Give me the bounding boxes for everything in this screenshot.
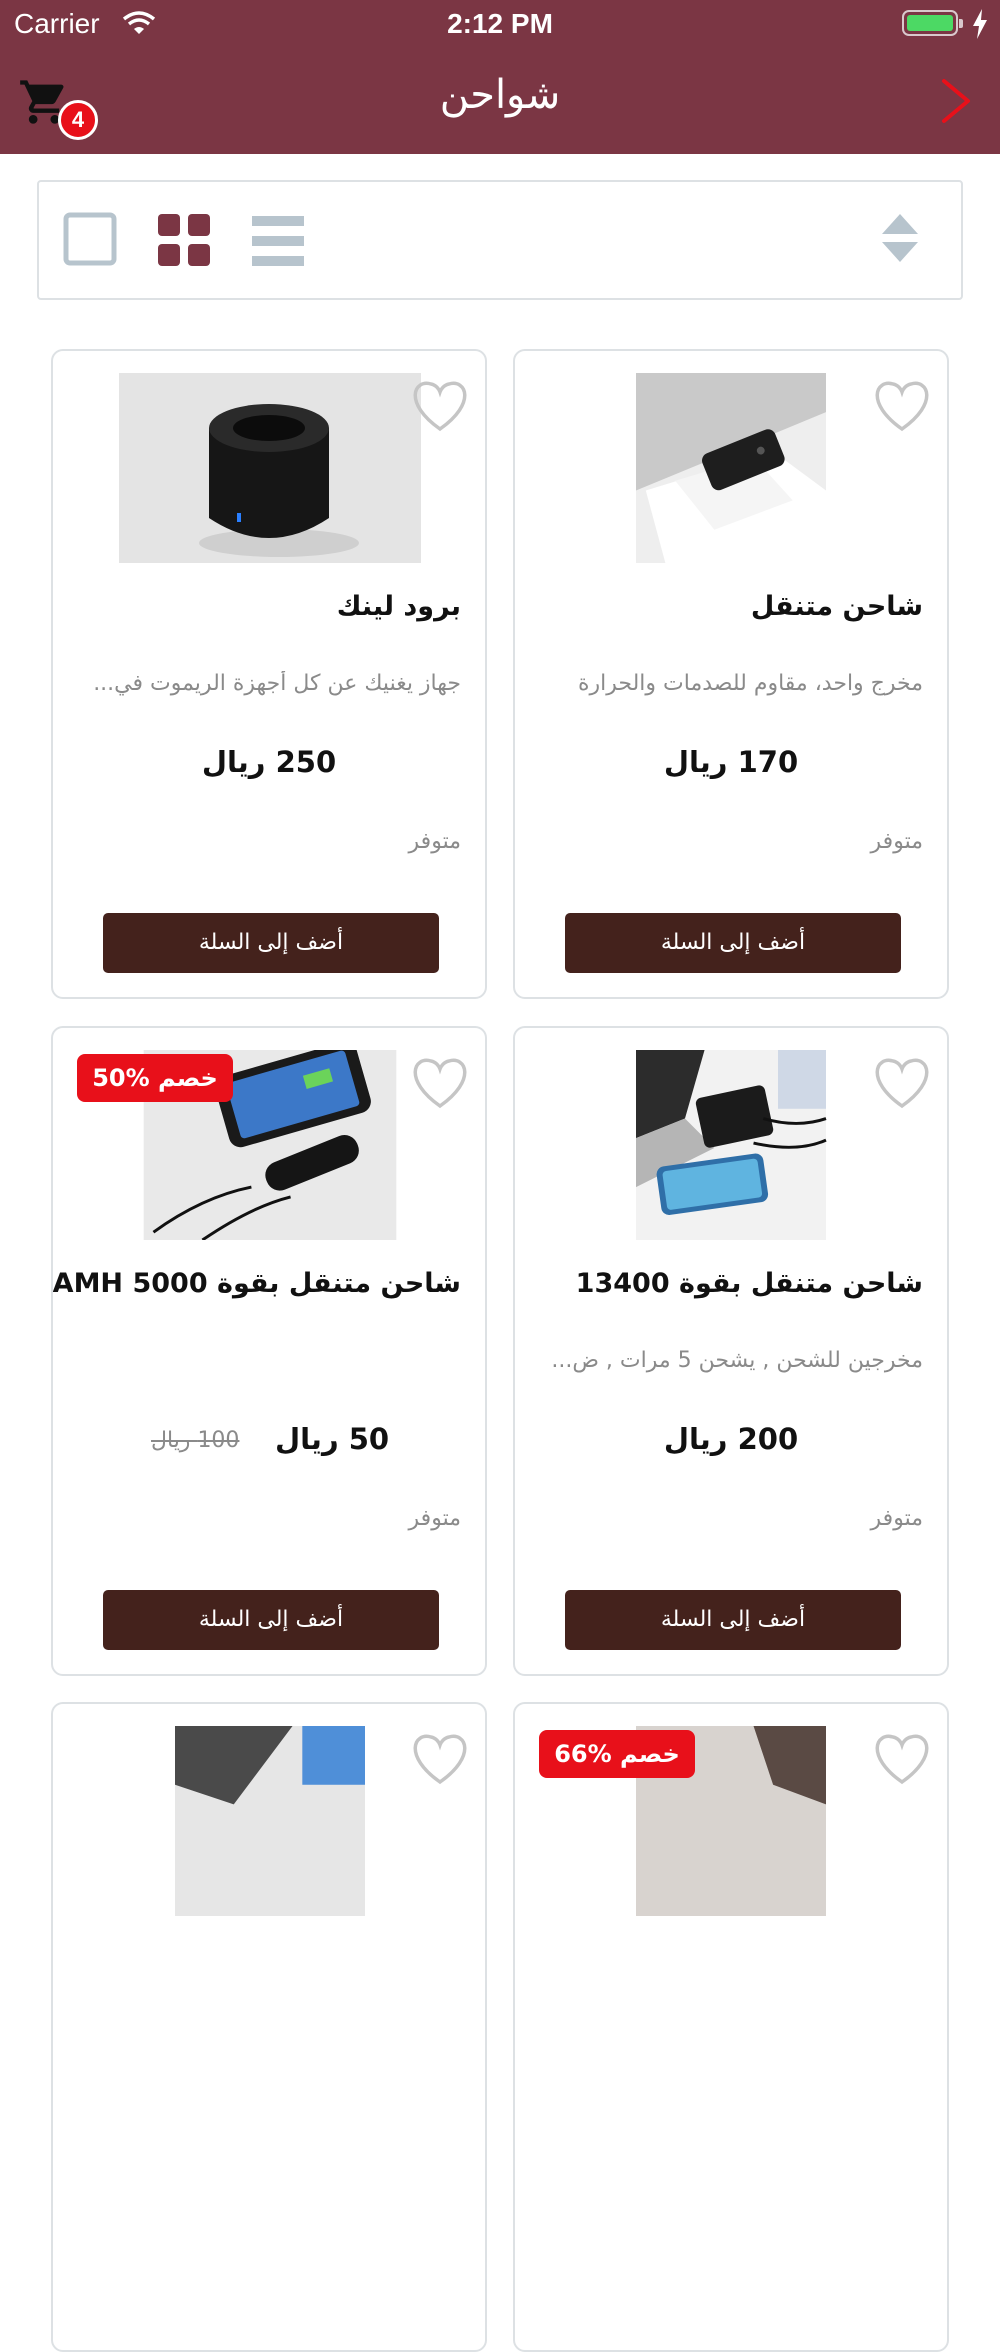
discount-badge: 50% خصم xyxy=(77,1054,233,1102)
add-to-cart-button[interactable]: أضف إلى السلة xyxy=(565,913,901,973)
product-price: 200 ريال xyxy=(663,1422,799,1456)
grid-view-icon[interactable] xyxy=(158,214,210,266)
page-title: شواحن xyxy=(439,72,561,118)
favorite-heart-icon[interactable] xyxy=(873,381,931,433)
product-description: مخرج واحد، مقاوم للصدمات والحرارة xyxy=(578,671,923,696)
clock: 2:12 PM xyxy=(447,8,553,39)
product-name: برود لينك xyxy=(336,591,461,622)
battery-icon xyxy=(902,10,963,36)
product-name: شاحن متنقل بقوة 13400 xyxy=(575,1268,923,1299)
product-card[interactable] xyxy=(51,1702,487,2352)
back-arrow-icon[interactable] xyxy=(936,78,976,124)
product-image xyxy=(636,1050,827,1240)
product-image xyxy=(175,1726,365,1916)
single-view-icon[interactable] xyxy=(63,212,117,266)
sort-icon[interactable] xyxy=(882,214,918,262)
product-card[interactable]: شاحن متنقل بقوة 13400 مخرجين للشحن , يشح… xyxy=(513,1026,949,1676)
status-bar: Carrier 2:12 PM xyxy=(0,0,1000,50)
product-card[interactable]: 50% خصم شاحن متنقل بقوة 5000 AMH 50 ريال… xyxy=(51,1026,487,1676)
add-to-cart-button[interactable]: أضف إلى السلة xyxy=(565,1590,901,1650)
product-card[interactable]: 66% خصم xyxy=(513,1702,949,2352)
add-to-cart-button[interactable]: أضف إلى السلة xyxy=(103,1590,439,1650)
product-card[interactable]: شاحن متنقل مخرج واحد، مقاوم للصدمات والح… xyxy=(513,349,949,999)
stock-status: متوفر xyxy=(870,829,923,854)
product-image xyxy=(119,373,421,563)
favorite-heart-icon[interactable] xyxy=(411,1734,469,1786)
product-price: 250 ريال xyxy=(201,745,337,779)
product-card[interactable]: برود لينك جهاز يغنيك عن كل أجهزة الريموت… xyxy=(51,349,487,999)
discount-badge: 66% خصم xyxy=(539,1730,695,1778)
favorite-heart-icon[interactable] xyxy=(411,1058,469,1110)
stock-status: متوفر xyxy=(408,829,461,854)
list-view-icon[interactable] xyxy=(252,216,304,266)
product-price: 170 ريال xyxy=(663,745,799,779)
favorite-heart-icon[interactable] xyxy=(873,1058,931,1110)
charging-icon xyxy=(973,9,987,39)
favorite-heart-icon[interactable] xyxy=(411,381,469,433)
sale-price: 50 ريال xyxy=(275,1422,390,1456)
product-name: شاحن متنقل xyxy=(750,591,923,622)
product-description: جهاز يغنيك عن كل أجهزة الريموت في... xyxy=(93,671,461,696)
product-name: شاحن متنقل بقوة 5000 AMH xyxy=(52,1268,461,1299)
product-image xyxy=(636,373,826,563)
favorite-heart-icon[interactable] xyxy=(873,1734,931,1786)
view-toolbar xyxy=(37,180,963,300)
stock-status: متوفر xyxy=(408,1506,461,1531)
product-description: مخرجين للشحن , يشحن 5 مرات , ض... xyxy=(551,1348,923,1373)
add-to-cart-button[interactable]: أضف إلى السلة xyxy=(103,913,439,973)
stock-status: متوفر xyxy=(870,1506,923,1531)
nav-bar: 4 شواحن xyxy=(0,50,1000,154)
original-price: 100 ريال xyxy=(151,1428,240,1453)
